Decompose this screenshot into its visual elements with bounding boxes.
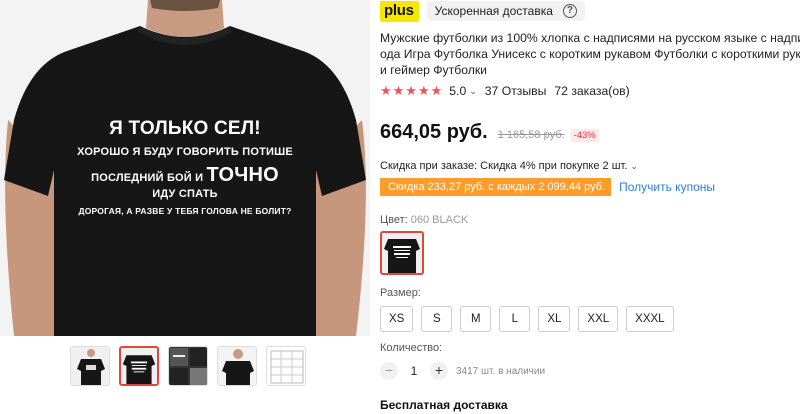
main-product-image[interactable]: Я ТОЛЬКО СЕЛ! ХОРОШО Я БУДУ ГОВОРИТЬ ПОТ…: [0, 0, 370, 336]
product-title-line: и геймер Футболки: [380, 63, 487, 77]
stock-count: 3417 шт. в наличии: [456, 365, 546, 377]
fast-delivery-pill: Ускоренная доставка ?: [426, 1, 585, 21]
plus-delivery-row: plus Ускоренная доставка ?: [380, 0, 800, 22]
discount-badge: -43%: [570, 129, 599, 142]
quantity-minus-button[interactable]: −: [380, 362, 398, 380]
chevron-down-icon[interactable]: ⌄: [469, 86, 477, 97]
size-option-m[interactable]: M: [460, 306, 492, 332]
rating-row: ★★★★★ 5.0 ⌄ 37 Отзывы 72 заказа(ов): [380, 83, 800, 99]
coupon-badge[interactable]: Скидка 233,27 руб. с каждых 2 099,44 руб…: [375, 178, 612, 196]
print-line-4: ИДУ СПАТЬ: [152, 188, 218, 200]
size-option-xxxl[interactable]: XXXL: [626, 306, 674, 332]
fast-delivery-label: Ускоренная доставка: [434, 4, 553, 18]
star-rating-icon: ★★★★★: [380, 83, 444, 98]
quantity-plus-button[interactable]: +: [430, 362, 448, 380]
print-line-2: ХОРОШО Я БУДУ ГОВОРИТЬ ПОТИШЕ: [77, 146, 293, 158]
help-icon[interactable]: ?: [562, 4, 577, 18]
order-discount-text: Скидка при заказе: Скидка 4% при покупке…: [380, 160, 628, 172]
print-line-3a: ПОСЛЕДНИЙ БОЙ И: [91, 172, 204, 184]
quantity-label: Количество:: [380, 342, 443, 354]
thumbnail-collage[interactable]: [168, 346, 208, 386]
product-title-line: ода Игра Футболка Унисекс с коротким рук…: [380, 47, 800, 61]
order-discount-row[interactable]: Скидка при заказе: Скидка 4% при покупке…: [380, 160, 800, 172]
coupon-row: Скидка 233,27 руб. с каждых 2 099,44 руб…: [375, 178, 800, 196]
thumbnail-model-front[interactable]: [217, 346, 257, 386]
chevron-down-icon[interactable]: ⌄: [630, 161, 638, 172]
size-option-l[interactable]: L: [499, 306, 531, 332]
size-options: XS S M L XL XXL XXXL: [380, 306, 800, 332]
product-info-panel: plus Ускоренная доставка ? Мужские футбо…: [375, 0, 800, 412]
color-swatch-black[interactable]: [380, 231, 424, 275]
size-option-xl[interactable]: XL: [538, 306, 571, 332]
thumbnail-size-chart[interactable]: [266, 346, 306, 386]
plus-badge: plus: [380, 0, 419, 22]
rating-value[interactable]: 5.0: [449, 84, 466, 98]
color-label: Цвет: 060 BLACK: [380, 214, 800, 226]
print-line-1: Я ТОЛЬКО СЕЛ!: [109, 118, 261, 139]
print-line-5: ДОРОГАЯ, А РАЗВЕ У ТЕБЯ ГОЛОВА НЕ БОЛИТ?: [78, 206, 292, 216]
color-value: 060 BLACK: [410, 214, 469, 226]
thumbnail-front[interactable]: [70, 346, 110, 386]
size-option-s[interactable]: S: [421, 306, 453, 332]
thumbnail-back-print[interactable]: [119, 346, 159, 386]
quantity-input[interactable]: 1: [403, 364, 425, 378]
print-line-3b: ТОЧНО: [206, 164, 279, 186]
product-title: Мужские футболки из 100% хлопка с надпис…: [380, 30, 800, 78]
size-option-xs[interactable]: XS: [380, 306, 414, 332]
price-row: 664,05 руб. 1 165,58 руб. -43%: [380, 121, 800, 144]
size-label: Размер:: [380, 287, 421, 299]
color-label-text: Цвет:: [380, 214, 411, 226]
free-shipping-label: Бесплатная доставка: [380, 398, 508, 412]
current-price: 664,05 руб.: [380, 121, 488, 143]
product-gallery: Я ТОЛЬКО СЕЛ! ХОРОШО Я БУДУ ГОВОРИТЬ ПОТ…: [0, 0, 370, 414]
thumbnail-strip: [70, 346, 306, 386]
old-price: 1 165,58 руб.: [497, 129, 565, 141]
size-option-xxl[interactable]: XXL: [578, 306, 619, 332]
print-line-3: ПОСЛЕДНИЙ БОЙ И ТОЧНО: [70, 164, 300, 187]
reviews-link[interactable]: 37 Отзывы: [485, 84, 547, 98]
quantity-stepper: − 1 + 3417 шт. в наличии: [380, 362, 800, 380]
get-coupons-link[interactable]: Получить купоны: [619, 180, 715, 194]
product-title-line: Мужские футболки из 100% хлопка с надпис…: [380, 31, 800, 45]
orders-count: 72 заказа(ов): [554, 84, 630, 98]
